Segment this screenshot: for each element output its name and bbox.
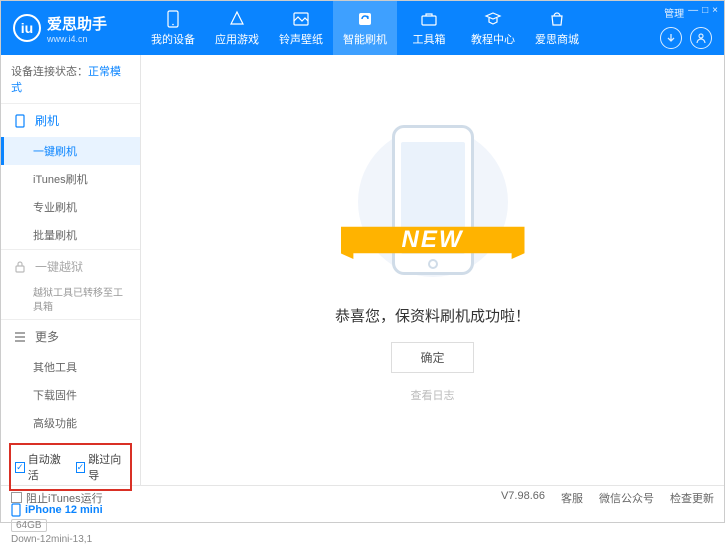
sidebar: 设备连接状态：正常模式 刷机 一键刷机 iTunes刷机 专业刷机 批量刷机 一… [1, 55, 141, 485]
footer-link-wechat[interactable]: 微信公众号 [599, 490, 654, 506]
minimize-button[interactable]: — [688, 5, 698, 20]
main-nav: 我的设备 应用游戏 铃声壁纸 智能刷机 工具箱 教程中心 爱思商城 [141, 1, 724, 55]
flash-icon [356, 10, 374, 28]
device-storage: 64GB [11, 519, 47, 532]
sidebar-more-header[interactable]: 更多 [1, 320, 140, 353]
check-icon: ✓ [76, 462, 86, 473]
success-message: 恭喜您，保资料刷机成功啦！ [335, 305, 530, 326]
nav-flash[interactable]: 智能刷机 [333, 1, 397, 55]
apps-icon [228, 10, 246, 28]
checkbox-icon [11, 492, 22, 503]
app-name: 爱思助手 [47, 13, 107, 34]
device-firmware: Down-12mini-13,1 [11, 534, 130, 545]
tutorial-icon [484, 10, 502, 28]
sidebar-item-itunes-flash[interactable]: iTunes刷机 [1, 165, 140, 193]
sidebar-item-oneclick-flash[interactable]: 一键刷机 [1, 137, 140, 165]
sidebar-jailbreak-header[interactable]: 一键越狱 [1, 250, 140, 283]
footer-link-support[interactable]: 客服 [561, 490, 583, 506]
check-icon: ✓ [15, 462, 25, 473]
sidebar-item-download-fw[interactable]: 下载固件 [1, 381, 140, 409]
window-controls: 管理 — □ × [664, 5, 718, 20]
sidebar-item-advanced[interactable]: 高级功能 [1, 409, 140, 437]
store-icon [548, 10, 566, 28]
close-button[interactable]: × [712, 5, 718, 20]
lock-icon [13, 260, 27, 274]
flash-options-highlighted: ✓ 自动激活 ✓ 跳过向导 [9, 443, 132, 491]
wallpaper-icon [292, 10, 310, 28]
connection-status: 设备连接状态：正常模式 [1, 55, 140, 103]
version-label: V7.98.66 [501, 490, 545, 506]
nav-apps[interactable]: 应用游戏 [205, 1, 269, 55]
phone-icon [13, 114, 27, 128]
phone-icon [164, 10, 182, 28]
jailbreak-note: 越狱工具已转移至工具箱 [1, 283, 140, 319]
download-icon[interactable] [660, 27, 682, 49]
ok-button[interactable]: 确定 [391, 342, 473, 373]
sidebar-item-other-tools[interactable]: 其他工具 [1, 353, 140, 381]
sidebar-flash-header[interactable]: 刷机 [1, 104, 140, 137]
nav-ringtones[interactable]: 铃声壁纸 [269, 1, 333, 55]
header-actions [660, 27, 712, 49]
manage-button[interactable]: 管理 [664, 5, 684, 20]
nav-my-device[interactable]: 我的设备 [141, 1, 205, 55]
app-header: iu 爱思助手 www.i4.cn 我的设备 应用游戏 铃声壁纸 智能刷机 工具… [1, 1, 724, 55]
nav-store[interactable]: 爱思商城 [525, 1, 589, 55]
main-content: NEW 恭喜您，保资料刷机成功啦！ 确定 查看日志 [141, 55, 724, 485]
footer-link-update[interactable]: 检查更新 [670, 490, 714, 506]
sidebar-item-pro-flash[interactable]: 专业刷机 [1, 193, 140, 221]
checkbox-block-itunes[interactable]: 阻止iTunes运行 [11, 490, 103, 506]
sidebar-item-batch-flash[interactable]: 批量刷机 [1, 221, 140, 249]
toolbox-icon [420, 10, 438, 28]
nav-toolbox[interactable]: 工具箱 [397, 1, 461, 55]
view-log-link[interactable]: 查看日志 [411, 387, 455, 403]
maximize-button[interactable]: □ [702, 5, 708, 20]
success-illustration: NEW [353, 117, 513, 287]
checkbox-auto-activate[interactable]: ✓ 自动激活 [15, 451, 66, 483]
app-url: www.i4.cn [47, 34, 107, 44]
nav-tutorials[interactable]: 教程中心 [461, 1, 525, 55]
checkbox-skip-guide[interactable]: ✓ 跳过向导 [76, 451, 127, 483]
user-icon[interactable] [690, 27, 712, 49]
logo-icon: iu [13, 14, 41, 42]
logo-block: iu 爱思助手 www.i4.cn [1, 13, 141, 44]
menu-icon [13, 330, 27, 344]
